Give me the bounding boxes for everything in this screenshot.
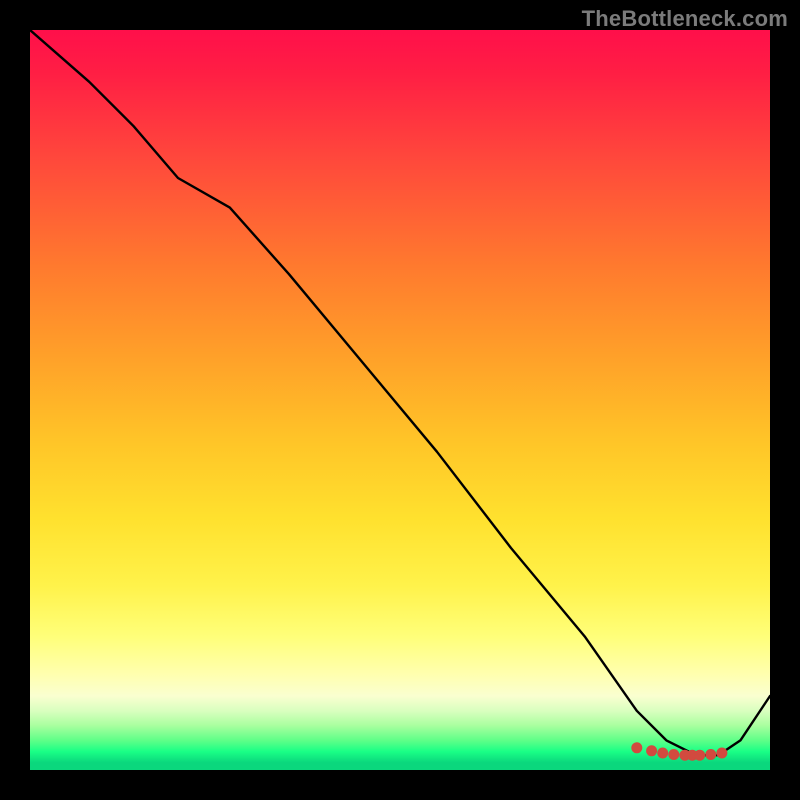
watermark-text: TheBottleneck.com [582,6,788,32]
plot-area [30,30,770,770]
marker-dot [647,746,657,756]
marker-cluster [632,743,727,760]
chart-frame: TheBottleneck.com [0,0,800,800]
marker-dot [695,750,705,760]
marker-dot [669,750,679,760]
marker-dot [632,743,642,753]
marker-dot [658,748,668,758]
bottleneck-curve [30,30,770,755]
marker-dot [706,750,716,760]
curve-layer [30,30,770,770]
marker-dot [717,748,727,758]
